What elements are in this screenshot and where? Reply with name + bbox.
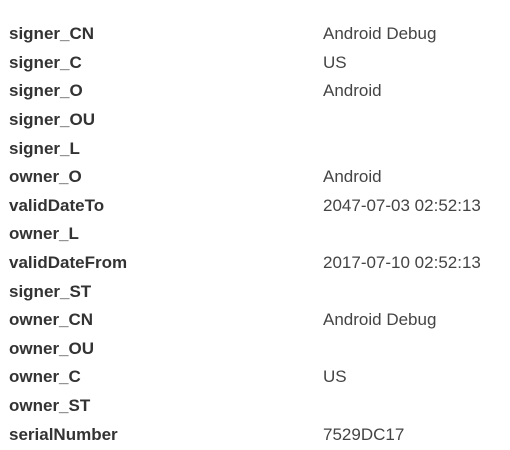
property-key: owner_C [9, 367, 81, 387]
property-row: signer_L [9, 134, 504, 163]
property-row: signer_C US [9, 49, 504, 78]
property-key: signer_CN [9, 24, 95, 44]
property-value: Android Debug [323, 24, 437, 44]
property-row: signer_O Android [9, 77, 504, 106]
property-key: signer_L [9, 138, 80, 158]
property-key: owner_OU [9, 338, 95, 358]
property-row: serialNumber 7529DC17 [9, 420, 504, 449]
certificate-properties-table: signer_CN Android Debug signer_C US sign… [9, 20, 504, 449]
property-value: US [323, 367, 347, 387]
property-value: Android Debug [323, 310, 437, 330]
property-key: signer_OU [9, 110, 95, 130]
property-row: owner_L [9, 220, 504, 249]
property-row: validDateTo 2047-07-03 02:52:13 [9, 192, 504, 221]
property-value: Android [323, 81, 382, 101]
property-value: US [323, 52, 347, 72]
property-key: owner_O [9, 167, 82, 187]
property-row: validDateFrom 2017-07-10 02:52:13 [9, 249, 504, 278]
property-key: serialNumber [9, 424, 118, 444]
property-row: owner_ST [9, 392, 504, 421]
property-key: owner_CN [9, 310, 94, 330]
property-row: signer_CN Android Debug [9, 20, 504, 49]
property-key: validDateFrom [9, 253, 128, 273]
property-key: owner_L [9, 224, 79, 244]
property-value: Android [323, 167, 382, 187]
property-key: owner_ST [9, 396, 91, 416]
property-row: owner_CN Android Debug [9, 306, 504, 335]
property-key: signer_C [9, 52, 82, 72]
property-key: signer_O [9, 81, 83, 101]
property-value: 7529DC17 [323, 424, 405, 444]
property-value: 2047-07-03 02:52:13 [323, 195, 481, 215]
property-row: owner_C US [9, 363, 504, 392]
property-value: 2017-07-10 02:52:13 [323, 253, 481, 273]
property-key: validDateTo [9, 195, 105, 215]
property-row: signer_ST [9, 277, 504, 306]
property-key: signer_ST [9, 281, 92, 301]
property-row: signer_OU [9, 106, 504, 135]
property-row: owner_O Android [9, 163, 504, 192]
property-row: owner_OU [9, 335, 504, 364]
